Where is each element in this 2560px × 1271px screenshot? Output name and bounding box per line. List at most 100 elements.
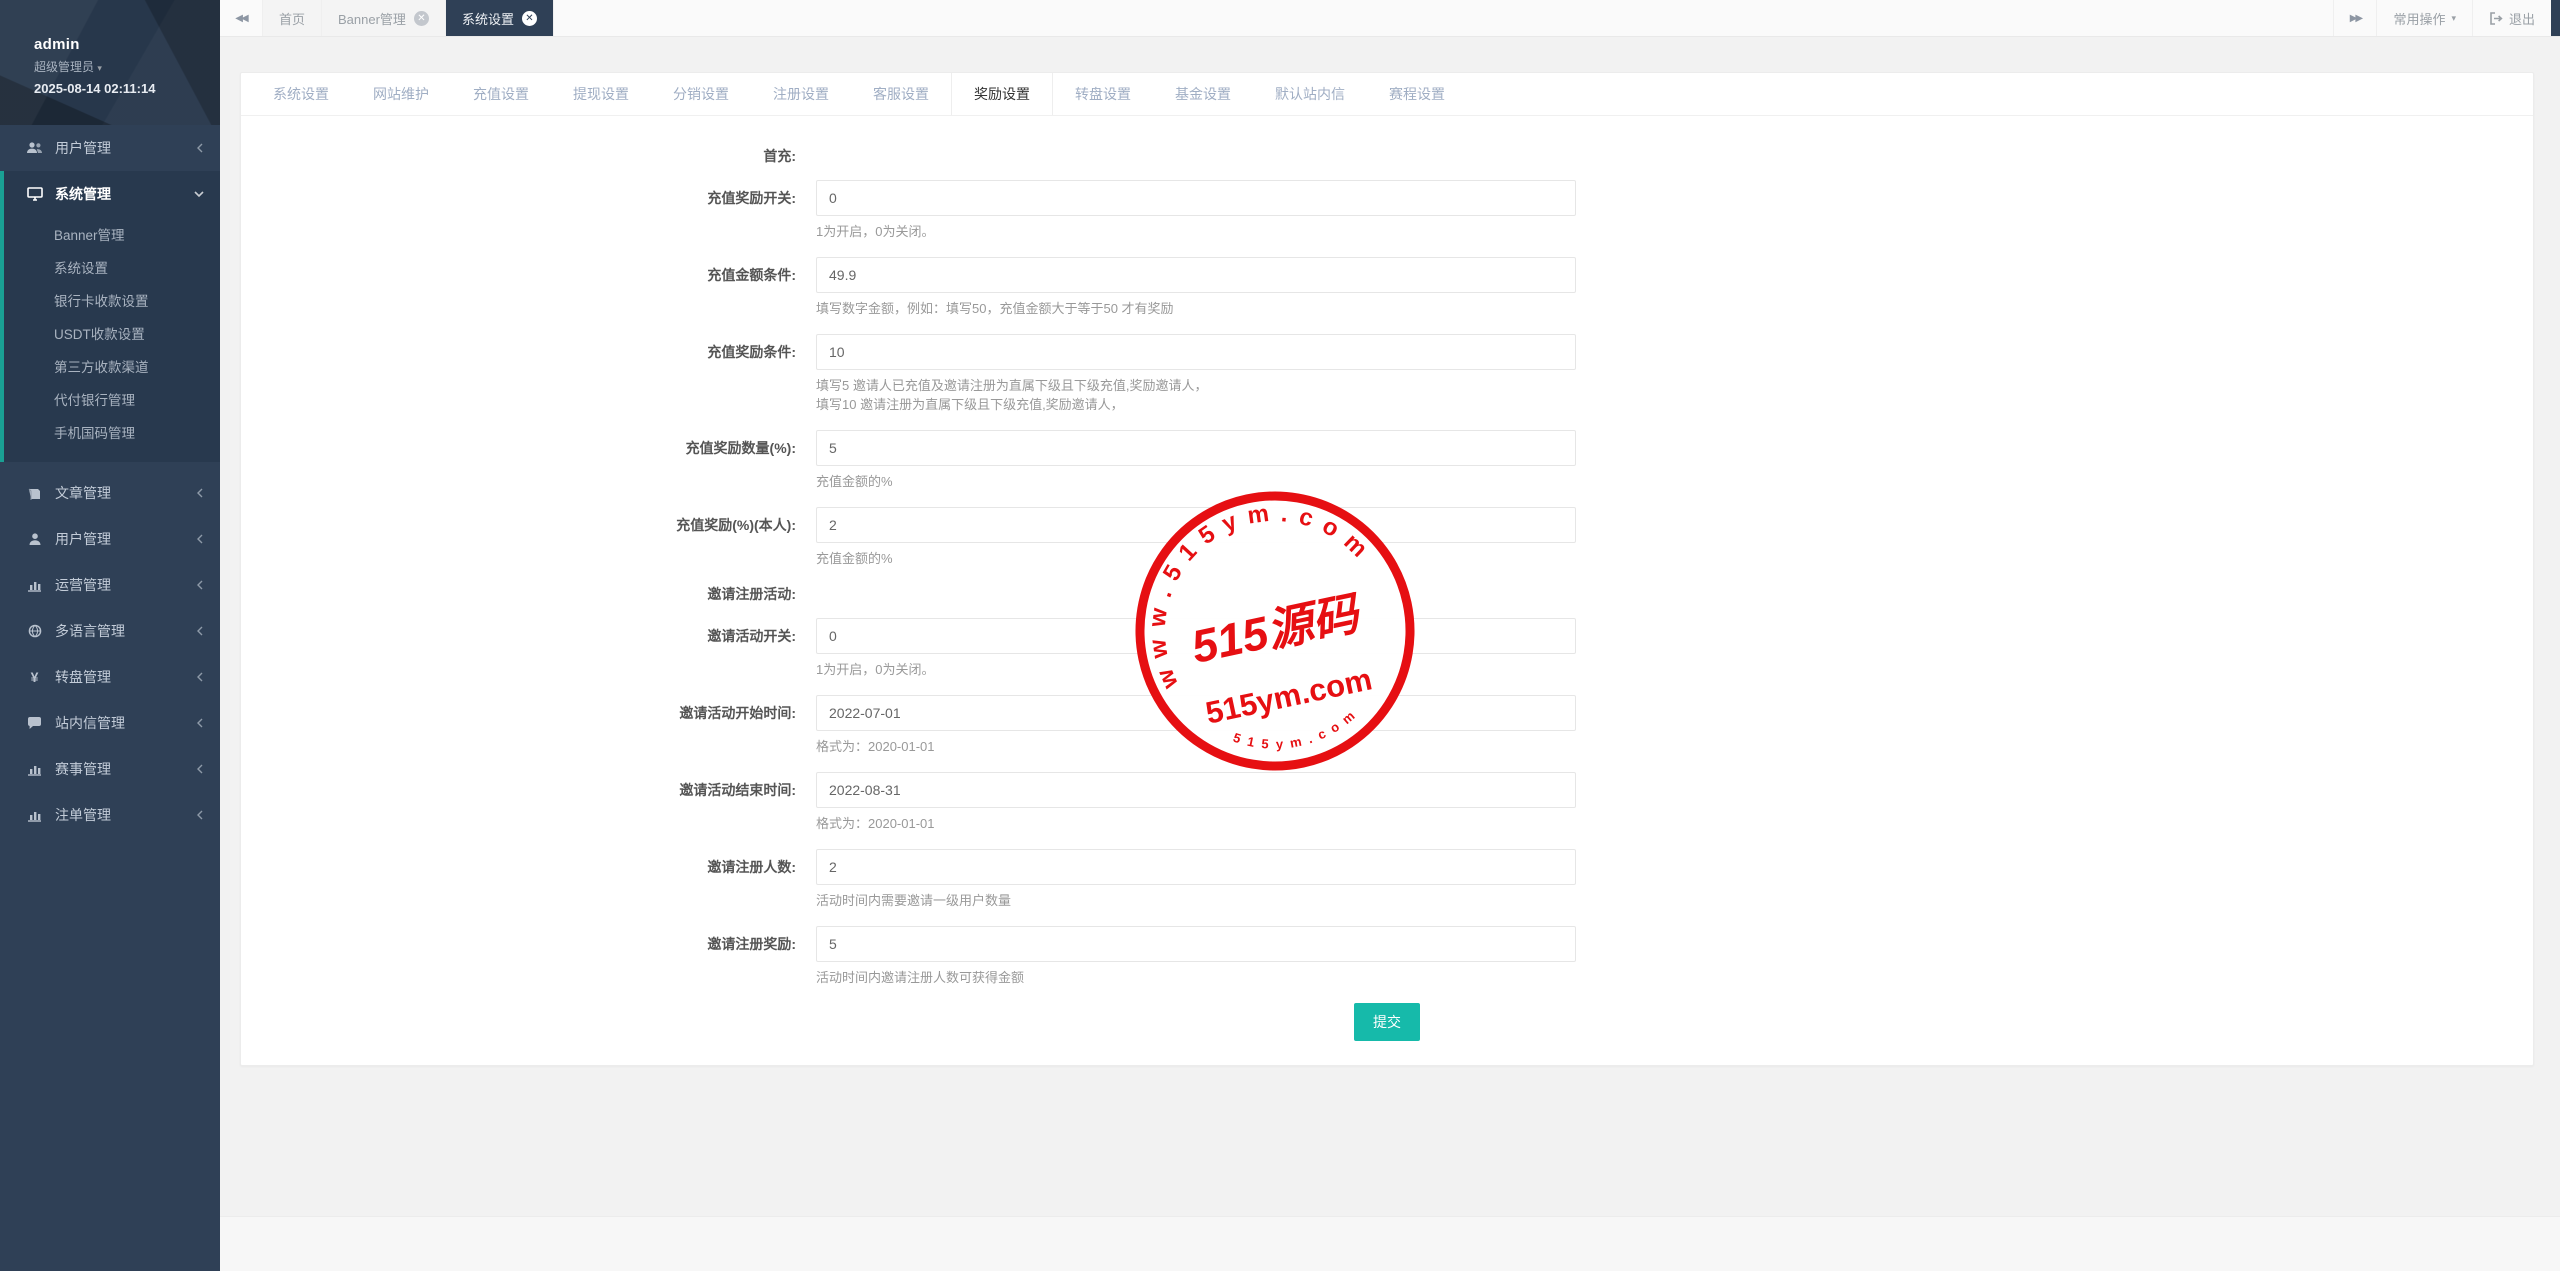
sidebar-subitem-usdt[interactable]: USDT收款设置: [4, 318, 220, 351]
sidebar-subitem-bank-card[interactable]: 银行卡收款设置: [4, 285, 220, 318]
sidebar-item-label: 赛事管理: [55, 759, 111, 779]
common-actions-dropdown[interactable]: 常用操作 ▾: [2376, 0, 2472, 36]
sidebar-submenu: Banner管理 系统设置 银行卡收款设置 USDT收款设置 第三方收款渠道 代…: [4, 217, 220, 462]
invite-register-reward-input[interactable]: [816, 926, 1576, 962]
login-time: 2025-08-14 02:11:14: [34, 81, 220, 96]
section-label: 首充:: [241, 146, 816, 166]
bar-chart-icon: [26, 578, 43, 593]
field-label: 邀请活动开始时间:: [241, 695, 816, 756]
sidebar-group-system-management: 系统管理 Banner管理 系统设置 银行卡收款设置 USDT收款设置 第三方收…: [0, 171, 220, 462]
top-tab-label: Banner管理: [338, 9, 406, 28]
sidebar-subitem-third-party[interactable]: 第三方收款渠道: [4, 351, 220, 384]
tab-default-mail[interactable]: 默认站内信: [1253, 73, 1367, 115]
field-hint: 活动时间内邀请注册人数可获得金额: [816, 968, 1576, 987]
sidebar-item-wheel[interactable]: ¥ 转盘管理: [0, 654, 220, 700]
close-tab-icon[interactable]: ✕: [414, 11, 429, 26]
logout-button[interactable]: 退出: [2472, 0, 2551, 36]
sidebar-item-users[interactable]: 用户管理: [0, 516, 220, 562]
field-hint: 充值金额的%: [816, 472, 1576, 491]
sidebar-subitem-phone-code[interactable]: 手机国码管理: [4, 417, 220, 450]
tab-wheel[interactable]: 转盘设置: [1053, 73, 1153, 115]
field-label: 邀请活动开关:: [241, 618, 816, 679]
field-label: 邀请注册人数:: [241, 849, 816, 910]
invite-end-time-input[interactable]: [816, 772, 1576, 808]
comment-icon: [26, 716, 43, 731]
tab-withdraw[interactable]: 提现设置: [551, 73, 651, 115]
user-role-dropdown[interactable]: 超级管理员 ▾: [34, 58, 220, 75]
recharge-reward-percent-self-input[interactable]: [816, 507, 1576, 543]
top-tab-home[interactable]: 首页: [263, 0, 322, 36]
field-label: 充值奖励(%)(本人):: [241, 507, 816, 568]
chevron-left-icon: [196, 534, 204, 544]
top-tab-bar: ◀◀ 首页 Banner管理 ✕ 系统设置 ✕ ▶▶ 常用操作 ▾ 退出: [220, 0, 2560, 37]
form-item-invite-register-count: 邀请注册人数: 活动时间内需要邀请一级用户数量: [241, 849, 2533, 910]
sidebar-subitem-banner[interactable]: Banner管理: [4, 219, 220, 252]
top-tab-banner[interactable]: Banner管理 ✕: [322, 0, 446, 36]
top-tab-system-settings[interactable]: 系统设置 ✕: [446, 0, 554, 36]
sidebar-item-site-messages[interactable]: 站内信管理: [0, 700, 220, 746]
logout-icon: [2489, 12, 2503, 25]
recharge-amount-condition-input[interactable]: [816, 257, 1576, 293]
invite-activity-switch-input[interactable]: [816, 618, 1576, 654]
common-actions-label: 常用操作: [2393, 9, 2445, 28]
sidebar-item-system-management[interactable]: 系统管理: [4, 171, 220, 217]
recharge-reward-condition-input[interactable]: [816, 334, 1576, 370]
tab-distribution[interactable]: 分销设置: [651, 73, 751, 115]
tab-recharge[interactable]: 充值设置: [451, 73, 551, 115]
tab-maintenance[interactable]: 网站维护: [351, 73, 451, 115]
settings-card: 系统设置 网站维护 充值设置 提现设置 分销设置 注册设置 客服设置 奖励设置 …: [240, 72, 2534, 1066]
chevron-down-icon: [194, 190, 204, 198]
tab-register[interactable]: 注册设置: [751, 73, 851, 115]
sidebar-item-matches[interactable]: 赛事管理: [0, 746, 220, 792]
tab-customer-service[interactable]: 客服设置: [851, 73, 951, 115]
settings-tabs: 系统设置 网站维护 充值设置 提现设置 分销设置 注册设置 客服设置 奖励设置 …: [241, 73, 2533, 116]
field-hint: 1为开启，0为关闭。: [816, 222, 1576, 241]
form-item-recharge-reward-percent-self: 充值奖励(%)(本人): 充值金额的%: [241, 507, 2533, 568]
tab-reward[interactable]: 奖励设置: [951, 73, 1053, 115]
form-item-invite-end-time: 邀请活动结束时间: 格式为：2020-01-01: [241, 772, 2533, 833]
field-hint: 填写5 邀请人已充值及邀请注册为直属下级且下级充值,奖励邀请人，: [816, 376, 1576, 395]
field-hint: 填写10 邀请注册为直属下级且下级充值,奖励邀请人，: [816, 395, 1576, 414]
form-item-invite-activity-switch: 邀请活动开关: 1为开启，0为关闭。: [241, 618, 2533, 679]
top-tab-label: 系统设置: [462, 9, 514, 28]
sidebar-item-articles[interactable]: 文章管理: [0, 470, 220, 516]
form-section-invite-register: 邀请注册活动:: [241, 584, 2533, 604]
chevron-left-icon: [196, 143, 204, 153]
tab-system[interactable]: 系统设置: [251, 73, 351, 115]
field-hint: 格式为：2020-01-01: [816, 737, 1576, 756]
field-hint: 充值金额的%: [816, 549, 1576, 568]
yen-icon: ¥: [26, 670, 43, 685]
field-label: 充值奖励开关:: [241, 180, 816, 241]
chevron-left-icon: [196, 626, 204, 636]
form-item-recharge-reward-switch: 充值奖励开关: 1为开启，0为关闭。: [241, 180, 2533, 241]
user-icon: [26, 532, 43, 547]
sidebar-item-label: 转盘管理: [55, 667, 111, 687]
invite-register-count-input[interactable]: [816, 849, 1576, 885]
sidebar-item-operations[interactable]: 运营管理: [0, 562, 220, 608]
chevron-left-icon: [196, 718, 204, 728]
chevron-left-icon: [196, 672, 204, 682]
recharge-reward-switch-input[interactable]: [816, 180, 1576, 216]
sidebar-item-label: 站内信管理: [55, 713, 125, 733]
sidebar-item-user-management[interactable]: 用户管理: [0, 125, 220, 171]
logout-label: 退出: [2509, 9, 2535, 28]
tab-fund[interactable]: 基金设置: [1153, 73, 1253, 115]
sidebar-item-languages[interactable]: 多语言管理: [0, 608, 220, 654]
submit-button[interactable]: 提交: [1354, 1003, 1420, 1041]
main-content: 系统设置 网站维护 充值设置 提现设置 分销设置 注册设置 客服设置 奖励设置 …: [220, 36, 2560, 1271]
sidebar-item-bet-orders[interactable]: 注单管理: [0, 792, 220, 838]
scroll-tabs-right-button[interactable]: ▶▶: [2333, 0, 2376, 36]
form-item-recharge-reward-condition: 充值奖励条件: 填写5 邀请人已充值及邀请注册为直属下级且下级充值,奖励邀请人，…: [241, 334, 2533, 414]
field-label: 充值奖励条件:: [241, 334, 816, 414]
sidebar-subitem-system-settings[interactable]: 系统设置: [4, 252, 220, 285]
recharge-reward-percent-input[interactable]: [816, 430, 1576, 466]
form-section-first-charge: 首充:: [241, 146, 2533, 166]
invite-start-time-input[interactable]: [816, 695, 1576, 731]
scroll-tabs-left-button[interactable]: ◀◀: [220, 0, 263, 36]
form-item-recharge-amount-condition: 充值金额条件: 填写数字金额，例如：填写50，充值金额大于等于50 才有奖励: [241, 257, 2533, 318]
field-label: 邀请活动结束时间:: [241, 772, 816, 833]
footer-bar: [220, 1216, 2560, 1271]
sidebar-subitem-payout-bank[interactable]: 代付银行管理: [4, 384, 220, 417]
close-tab-icon[interactable]: ✕: [522, 11, 537, 26]
tab-schedule[interactable]: 赛程设置: [1367, 73, 1467, 115]
